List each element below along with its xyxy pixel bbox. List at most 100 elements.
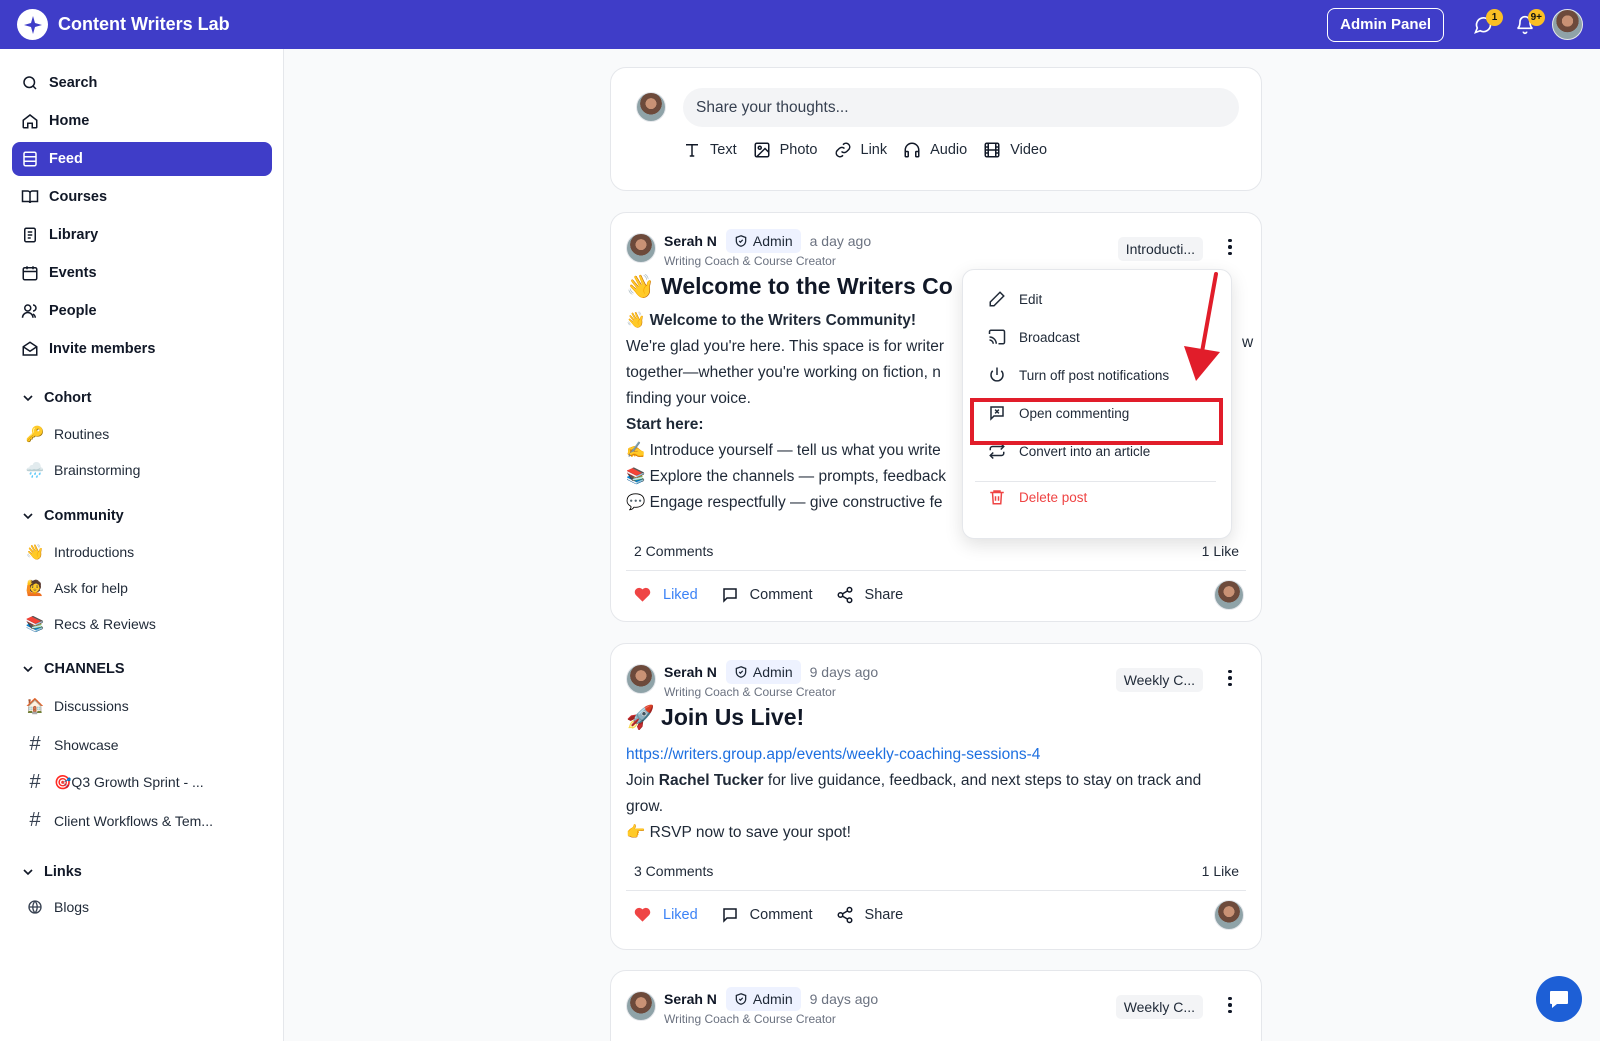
sidebar-item-q3-growth-sprint[interactable]: # 🎯Q3 Growth Sprint - ... <box>24 771 203 794</box>
author-name[interactable]: Serah N <box>664 991 717 1007</box>
post-menu-button[interactable] <box>1225 995 1235 1015</box>
chat-button[interactable]: 1 <box>1466 8 1503 42</box>
likes-count[interactable]: 1 Like <box>1202 863 1239 879</box>
share-button[interactable]: Share <box>836 586 904 604</box>
like-button[interactable]: Liked <box>633 905 698 924</box>
body-overflow-text: w <box>1242 334 1254 351</box>
comments-count[interactable]: 3 Comments <box>634 863 713 879</box>
shield-icon <box>735 666 747 678</box>
link-post-button[interactable]: Link <box>834 141 888 159</box>
sidebar-item-invite-members[interactable]: Invite members <box>12 332 272 366</box>
post-menu-button[interactable] <box>1225 237 1235 257</box>
tool-label: Text <box>710 142 737 158</box>
menu-item-label: Broadcast <box>1019 329 1080 345</box>
channel-tag[interactable]: Weekly C... <box>1115 995 1203 1019</box>
sidebar-item-label: Library <box>49 227 99 243</box>
chevron-down-icon <box>23 395 33 402</box>
sidebar-item-ask-for-help[interactable]: 🙋 Ask for help <box>24 579 128 597</box>
sidebar-item-library[interactable]: Library <box>12 218 272 252</box>
body-line: ✍️ Introduce yourself — tell us what you… <box>626 442 941 459</box>
body-line: grow. <box>626 798 664 815</box>
text-post-button[interactable]: Text <box>683 141 737 159</box>
likes-count[interactable]: 1 Like <box>1202 543 1239 559</box>
body-line: 📚 Explore the channels — prompts, feedba… <box>626 468 946 485</box>
sidebar-item-courses[interactable]: Courses <box>12 180 272 214</box>
share-button[interactable]: Share <box>836 906 903 924</box>
books-icon: 📚 <box>25 616 45 633</box>
sidebar-item-discussions[interactable]: 🏠 Discussions <box>24 697 129 715</box>
share-thoughts-input[interactable]: Share your thoughts... <box>683 88 1239 127</box>
event-link[interactable]: https://writers.group.app/events/weekly-… <box>626 742 1201 768</box>
author-name[interactable]: Serah N <box>664 233 717 249</box>
heart-icon <box>634 587 651 602</box>
sidebar-item-introductions[interactable]: 👋 Introductions <box>24 543 135 561</box>
photo-post-button[interactable]: Photo <box>753 141 818 159</box>
post-title: 🚀 Join Us Live! <box>626 704 805 730</box>
divider <box>626 890 1246 891</box>
tool-label: Photo <box>779 142 818 158</box>
menu-item-delete-post[interactable]: Delete post <box>988 488 1087 506</box>
share-icon <box>837 586 853 603</box>
sidebar-item-search[interactable]: Search <box>12 66 272 100</box>
people-icon <box>20 301 40 321</box>
section-title: Links <box>44 864 82 880</box>
brand-logo-icon <box>17 9 48 40</box>
raising-hand-icon: 🙋 <box>25 580 45 597</box>
share-label: Share <box>864 586 904 603</box>
section-cohort-toggle[interactable]: Cohort <box>20 390 92 406</box>
sidebar-item-people[interactable]: People <box>12 294 272 328</box>
section-links-toggle[interactable]: Links <box>20 864 82 880</box>
menu-item-label: Delete post <box>1019 489 1088 505</box>
sidebar-item-routines[interactable]: 🔑 Routines <box>24 425 110 443</box>
sidebar-item-label: Discussions <box>54 698 129 714</box>
comment-button[interactable]: Comment <box>721 906 813 924</box>
body-line: 💬 Engage respectfully — give constructiv… <box>626 494 943 511</box>
channel-tag[interactable]: Introducti... <box>1117 237 1203 261</box>
menu-item-label: Edit <box>1019 291 1043 307</box>
sidebar-item-blogs[interactable]: Blogs <box>24 899 89 915</box>
sidebar-item-brainstorming[interactable]: 🌧️ Brainstorming <box>24 461 141 479</box>
channel-tag[interactable]: Weekly C... <box>1115 668 1203 692</box>
sidebar-item-recs-reviews[interactable]: 📚 Recs & Reviews <box>24 615 156 633</box>
section-channels-toggle[interactable]: CHANNELS <box>20 661 125 677</box>
author-name[interactable]: Serah N <box>664 664 717 680</box>
liker-avatar[interactable] <box>1214 580 1244 610</box>
liker-avatar[interactable] <box>1214 900 1244 930</box>
envelope-open-icon <box>20 339 40 359</box>
comment-button[interactable]: Comment <box>721 586 813 604</box>
power-icon <box>990 367 1004 382</box>
menu-item-edit[interactable]: Edit <box>988 290 1042 308</box>
author-avatar[interactable] <box>626 233 656 263</box>
section-community-toggle[interactable]: Community <box>20 508 124 524</box>
video-post-button[interactable]: Video <box>983 141 1047 159</box>
admin-panel-button[interactable]: Admin Panel <box>1327 7 1444 42</box>
menu-item-turn-off-notifications[interactable]: Turn off post notifications <box>988 366 1169 384</box>
menu-divider <box>975 481 1216 482</box>
author-avatar[interactable] <box>626 664 656 694</box>
post-menu-button[interactable] <box>1225 668 1235 688</box>
post-title: 👋 Welcome to the Writers Co <box>626 273 953 299</box>
user-avatar[interactable] <box>1552 9 1583 40</box>
film-icon <box>984 142 1000 158</box>
share-icon <box>837 906 853 923</box>
top-bar: Content Writers Lab Admin Panel 1 9+ <box>0 0 1600 49</box>
author-avatar[interactable] <box>626 991 656 1021</box>
notifications-button[interactable]: 9+ <box>1508 8 1545 42</box>
support-chat-button[interactable] <box>1536 976 1582 1022</box>
body-line: 👉 RSVP now to save your spot! <box>626 824 851 841</box>
tool-label: Link <box>860 142 888 158</box>
menu-item-broadcast[interactable]: Broadcast <box>988 328 1080 346</box>
sidebar-item-home[interactable]: Home <box>12 104 272 138</box>
body-line: Join Rachel Tucker for live guidance, fe… <box>626 768 1201 794</box>
sidebar-item-events[interactable]: Events <box>12 256 272 290</box>
sidebar-item-feed[interactable]: Feed <box>12 142 272 176</box>
hash-icon: # <box>29 771 41 793</box>
comments-count[interactable]: 2 Comments <box>634 543 713 559</box>
sidebar-item-showcase[interactable]: # Showcase <box>24 733 118 756</box>
audio-post-button[interactable]: Audio <box>903 141 967 159</box>
body-line: 👋 Welcome to the Writers Community! <box>626 312 917 329</box>
brand[interactable]: Content Writers Lab <box>17 9 230 40</box>
section-title: CHANNELS <box>44 661 125 677</box>
sidebar-item-client-workflows[interactable]: # Client Workflows & Tem... <box>24 809 213 832</box>
like-button[interactable]: Liked <box>633 585 698 604</box>
